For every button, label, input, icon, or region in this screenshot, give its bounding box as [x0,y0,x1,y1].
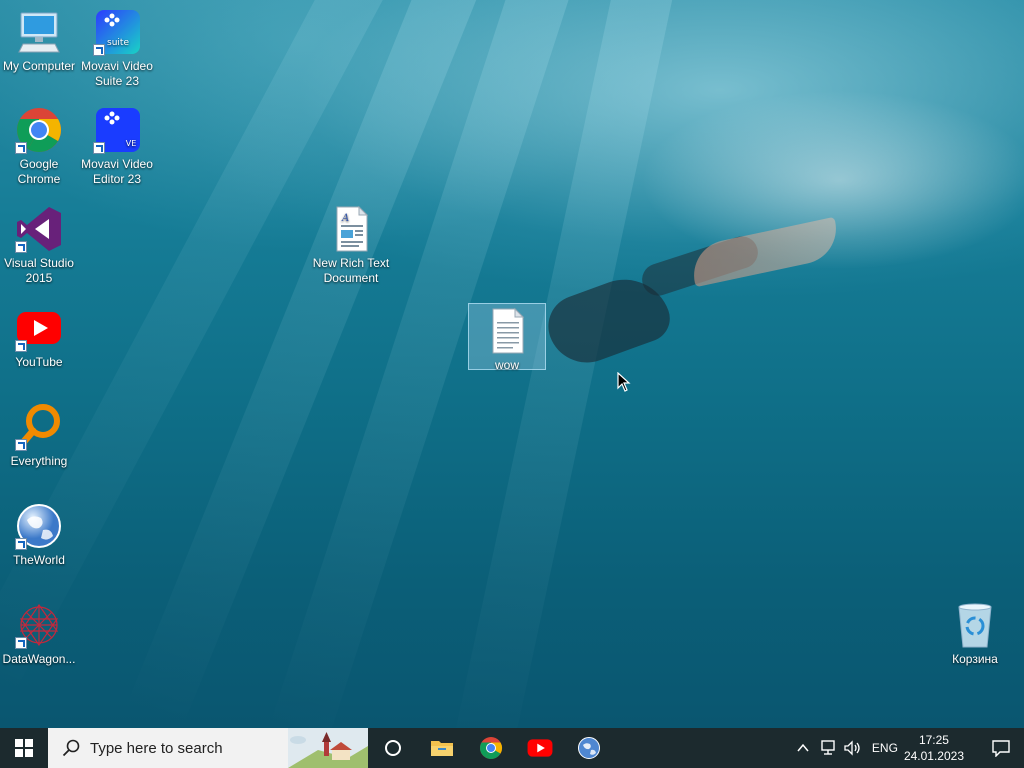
search-icon [62,739,80,757]
chevron-up-icon[interactable] [796,741,810,755]
movavi-suite-icon: suite [93,8,141,56]
start-button[interactable] [0,728,48,768]
desktop-icon-movavi-editor[interactable]: VE Movavi Video Editor 23 [78,106,156,187]
desktop-icon-datawagon[interactable]: DataWagon... [0,601,78,667]
shortcut-arrow-icon [15,340,27,352]
shortcut-arrow-icon [15,142,27,154]
shortcut-arrow-icon [15,637,27,649]
action-center-button[interactable] [978,728,1024,768]
cortana-circle-icon [384,740,401,756]
desktop-icon-wow[interactable]: wow [468,303,546,372]
taskbar-cortana-button[interactable] [368,728,417,768]
recycle-bin-icon [951,601,999,649]
movavi-suite-badge: suite [107,38,129,48]
taskbar-theworld-button[interactable] [564,728,613,768]
movavi-editor-badge: VE [126,139,137,148]
clock-time: 17:25 [918,733,949,747]
datawagon-icon [15,601,63,649]
clock-date: 24.01.2023 [903,749,964,763]
desktop-icon-label: Movavi Video Editor 23 [81,157,153,186]
desktop-icon-label: Everything [10,454,68,468]
everything-search-icon [15,403,63,451]
desktop-icon-label: Корзина [952,652,998,666]
youtube-icon [15,304,63,352]
desktop-icon-my-computer[interactable]: My Computer [0,8,78,74]
desktop-icon-recycle-bin[interactable]: Корзина [936,601,1014,667]
desktop-icon-label: wow [494,358,519,372]
desktop-icon-label: New Rich Text Document [312,256,390,285]
desktop-icon-youtube[interactable]: YouTube [0,304,78,370]
taskbar: Type here to search ENG 17:25 24.01.2023 [0,728,1024,768]
desktop-icon-theworld[interactable]: TheWorld [0,502,78,568]
svg-text:A: A [341,213,349,224]
rich-text-document-icon: A [327,205,375,253]
shortcut-arrow-icon [15,439,27,451]
speaker-volume-icon[interactable] [844,740,862,756]
taskbar-clock[interactable]: 17:25 24.01.2023 [904,732,964,764]
desktop-icon-label: My Computer [2,59,76,73]
search-placeholder: Type here to search [90,739,223,757]
chrome-icon [15,106,63,154]
visual-studio-icon [15,205,63,253]
youtube-icon [527,739,552,757]
desktop-icon-movavi-suite[interactable]: suite Movavi Video Suite 23 [78,8,156,89]
input-language-indicator[interactable]: ENG [872,741,898,755]
desktop-icon-label: TheWorld [13,553,65,567]
search-highlight-illustration-icon [288,728,368,768]
system-tray: ENG 17:25 24.01.2023 [796,728,1024,768]
movavi-editor-icon: VE [93,106,141,154]
desktop-icon-label: Movavi Video Suite 23 [81,59,153,88]
taskbar-file-explorer-button[interactable] [417,728,466,768]
chrome-icon [479,737,502,759]
desktop[interactable]: My Computer suite Movavi Video Suite 23 [0,0,1024,728]
text-document-icon [483,307,531,355]
shortcut-arrow-icon [93,44,105,56]
desktop-icon-label: Google Chrome [17,157,61,186]
theworld-browser-icon [15,502,63,550]
desktop-icon-visual-studio[interactable]: Visual Studio 2015 [0,205,78,286]
folder-icon [430,741,453,756]
shortcut-arrow-icon [15,538,27,550]
taskbar-chrome-button[interactable] [466,728,515,768]
shortcut-arrow-icon [15,241,27,253]
network-icon[interactable] [820,740,838,756]
windows-logo-icon [15,739,33,757]
notification-icon [992,740,1010,757]
desktop-icon-google-chrome[interactable]: Google Chrome [0,106,78,187]
mouse-cursor-icon [617,372,631,392]
globe-icon [577,737,600,759]
computer-icon [15,8,63,56]
desktop-icon-everything[interactable]: Everything [0,403,78,469]
desktop-icon-label: Visual Studio 2015 [4,256,74,285]
desktop-icon-new-rich-text-document[interactable]: A New Rich Text Document [312,205,390,286]
desktop-icon-label: DataWagon... [2,652,76,666]
shortcut-arrow-icon [93,142,105,154]
taskbar-search-box[interactable]: Type here to search [48,728,368,768]
taskbar-youtube-button[interactable] [515,728,564,768]
desktop-icon-label: YouTube [15,355,63,369]
